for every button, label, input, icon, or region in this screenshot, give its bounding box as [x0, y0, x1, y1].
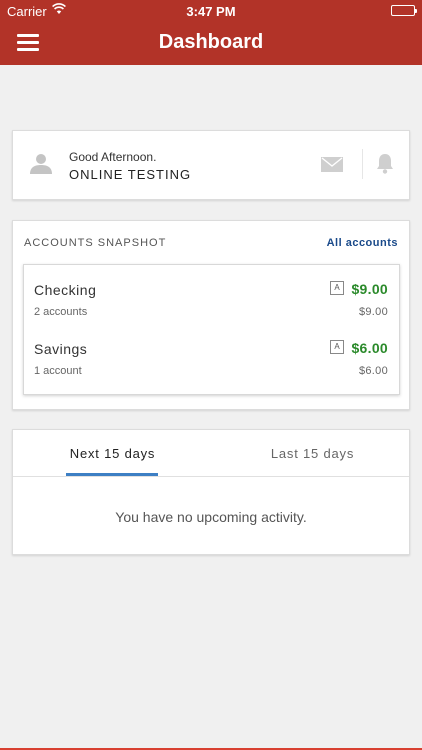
- activity-tabs: Next 15 days Last 15 days: [13, 430, 409, 477]
- account-count: 1 account: [34, 365, 82, 377]
- icon-divider: [362, 149, 363, 179]
- account-name: Checking: [34, 282, 97, 298]
- account-row-checking[interactable]: Checking 2 accounts A $9.00 $9.00: [24, 265, 399, 323]
- account-name: Savings: [34, 341, 88, 357]
- empty-activity-message: You have no upcoming activity.: [115, 509, 307, 525]
- bell-icon[interactable]: [376, 153, 394, 179]
- clock: 3:47 PM: [186, 4, 236, 19]
- account-sub-balance: $9.00: [358, 306, 388, 318]
- account-balance: $9.00: [351, 281, 388, 297]
- user-avatar-icon: [30, 153, 52, 179]
- battery-icon: [391, 5, 417, 16]
- mail-icon[interactable]: [321, 157, 343, 177]
- accounts-snapshot-card: ACCOUNTS SNAPSHOT All accounts Checking …: [12, 220, 410, 410]
- account-sub-balance: $6.00: [358, 365, 388, 377]
- status-bar: Carrier 3:47 PM: [0, 0, 422, 22]
- account-row-savings[interactable]: Savings 1 account A $6.00 $6.00: [24, 324, 399, 382]
- greeting-card: Good Afternoon. ONLINE TESTING: [12, 130, 410, 200]
- greeting-text: Good Afternoon.: [69, 150, 157, 164]
- accounts-list: Checking 2 accounts A $9.00 $9.00 Saving…: [23, 264, 400, 395]
- snapshot-heading: ACCOUNTS SNAPSHOT: [24, 237, 167, 249]
- account-balance: $6.00: [351, 340, 388, 356]
- active-tab-indicator: [66, 473, 158, 476]
- user-name: ONLINE TESTING: [69, 167, 192, 182]
- account-count: 2 accounts: [34, 306, 88, 318]
- account-type-badge: A: [330, 340, 344, 354]
- account-type-badge: A: [330, 281, 344, 295]
- tab-next-15-days[interactable]: Next 15 days: [13, 446, 212, 461]
- nav-bar: Dashboard: [0, 22, 422, 65]
- page-title: Dashboard: [158, 31, 264, 53]
- tab-last-15-days[interactable]: Last 15 days: [213, 446, 412, 461]
- all-accounts-link[interactable]: All accounts: [327, 237, 398, 249]
- activity-card: Next 15 days Last 15 days You have no up…: [12, 429, 410, 555]
